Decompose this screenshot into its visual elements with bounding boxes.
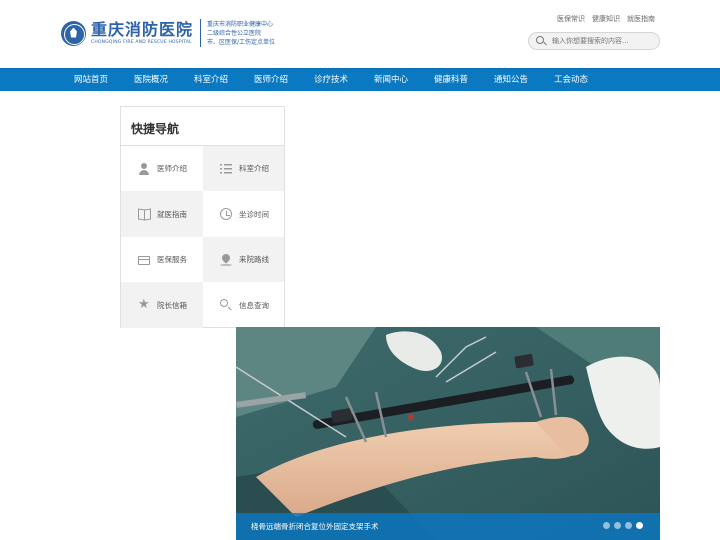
top-links: 医保常识 健康知识 就医指南 [557, 14, 655, 24]
banner-caption: 桡骨远端骨折闭合复位外固定支架手术 [251, 522, 379, 531]
nav-item-overview[interactable]: 医院概况 [134, 69, 168, 91]
top-link-insurance[interactable]: 医保常识 [557, 14, 585, 24]
search-icon[interactable] [536, 36, 546, 46]
slide-dot-3[interactable] [625, 522, 632, 529]
clock-icon [220, 208, 232, 220]
quick-item-label: 院长信箱 [157, 300, 187, 310]
hospital-tag: 市、区医保/工伤定点单位 [207, 38, 276, 46]
hospital-tags: 重庆市消防职业健康中心 二级综合性公立医院 市、区医保/工伤定点单位 [207, 20, 275, 47]
book-icon [138, 208, 150, 220]
hospital-name-cn: 重庆消防医院 [91, 19, 194, 39]
slide-dot-4[interactable] [636, 522, 643, 529]
quick-item-doctors[interactable]: 医师介绍 [121, 146, 203, 191]
quick-item-label: 科室介绍 [239, 164, 269, 173]
quick-item-label: 医师介绍 [157, 164, 187, 173]
banner-caption-bar: 桡骨远端骨折闭合复位外固定支架手术 [236, 513, 660, 540]
fire-rescue-badge-icon [61, 20, 86, 46]
nav-item-notices[interactable]: 通知公告 [494, 69, 528, 91]
slide-dot-1[interactable] [603, 522, 610, 529]
nav-item-health-science[interactable]: 健康科普 [434, 69, 468, 91]
hospital-tag: 重庆市消防职业健康中心 [207, 20, 274, 28]
quick-item-guide[interactable]: 就医指南 [121, 191, 203, 237]
slide-dot-2[interactable] [614, 522, 621, 529]
banner-slideshow[interactable]: 桡骨远端骨折闭合复位外固定支架手术 [236, 327, 660, 540]
quick-item-departments[interactable]: 科室介绍 [203, 146, 284, 191]
quick-item-route[interactable]: 来院路线 [203, 237, 284, 282]
top-link-health[interactable]: 健康知识 [592, 14, 620, 24]
top-link-guide[interactable]: 就医指南 [627, 14, 655, 24]
search-icon [220, 299, 232, 311]
location-pin-icon [220, 254, 232, 266]
nav-item-techniques[interactable]: 诊疗技术 [314, 69, 348, 91]
nav-item-news[interactable]: 新闻中心 [374, 69, 408, 91]
quick-item-label: 信息查询 [239, 300, 269, 310]
slide-indicators [603, 522, 643, 529]
quick-item-label: 医保服务 [157, 255, 187, 264]
nav-item-union[interactable]: 工会动态 [554, 69, 588, 91]
star-icon: ★ [138, 297, 150, 312]
site-header: 重庆消防医院 CHONGQING FIRE AND RESCUE HOSPITA… [0, 0, 720, 68]
quick-nav-panel: 快捷导航 医师介绍 科室介绍 就医指南 坐诊时间 医保服务 来院路线 ★ 院长信… [120, 106, 285, 328]
logo-divider [200, 19, 202, 47]
card-icon [138, 254, 150, 266]
quick-item-mailbox[interactable]: ★ 院长信箱 [121, 282, 203, 328]
nav-item-home[interactable]: 网站首页 [74, 69, 108, 91]
surgery-photo [236, 327, 660, 540]
search-input[interactable] [552, 37, 657, 45]
quick-nav-title: 快捷导航 [131, 122, 180, 136]
hospital-logo[interactable]: 重庆消防医院 CHONGQING FIRE AND RESCUE HOSPITA… [61, 19, 275, 47]
quick-item-label: 就医指南 [157, 209, 187, 219]
quick-item-label: 坐诊时间 [239, 209, 269, 219]
nav-item-doctors[interactable]: 医师介绍 [254, 69, 288, 91]
quick-item-insurance[interactable]: 医保服务 [121, 237, 203, 282]
quick-item-schedule[interactable]: 坐诊时间 [203, 191, 284, 237]
list-icon [220, 162, 232, 175]
main-nav: 网站首页 医院概况 科室介绍 医师介绍 诊疗技术 新闻中心 健康科普 通知公告 … [0, 68, 720, 91]
doctor-icon [138, 162, 150, 175]
hospital-name-en: CHONGQING FIRE AND RESCUE HOSPITAL [91, 39, 192, 45]
nav-item-departments[interactable]: 科室介绍 [194, 69, 228, 91]
quick-item-label: 来院路线 [239, 255, 269, 264]
quick-item-query[interactable]: 信息查询 [203, 282, 284, 328]
hospital-tag: 二级综合性公立医院 [207, 29, 262, 37]
quick-nav-grid: 医师介绍 科室介绍 就医指南 坐诊时间 医保服务 来院路线 ★ 院长信箱 信息查 [121, 145, 284, 328]
search-box [528, 32, 660, 50]
